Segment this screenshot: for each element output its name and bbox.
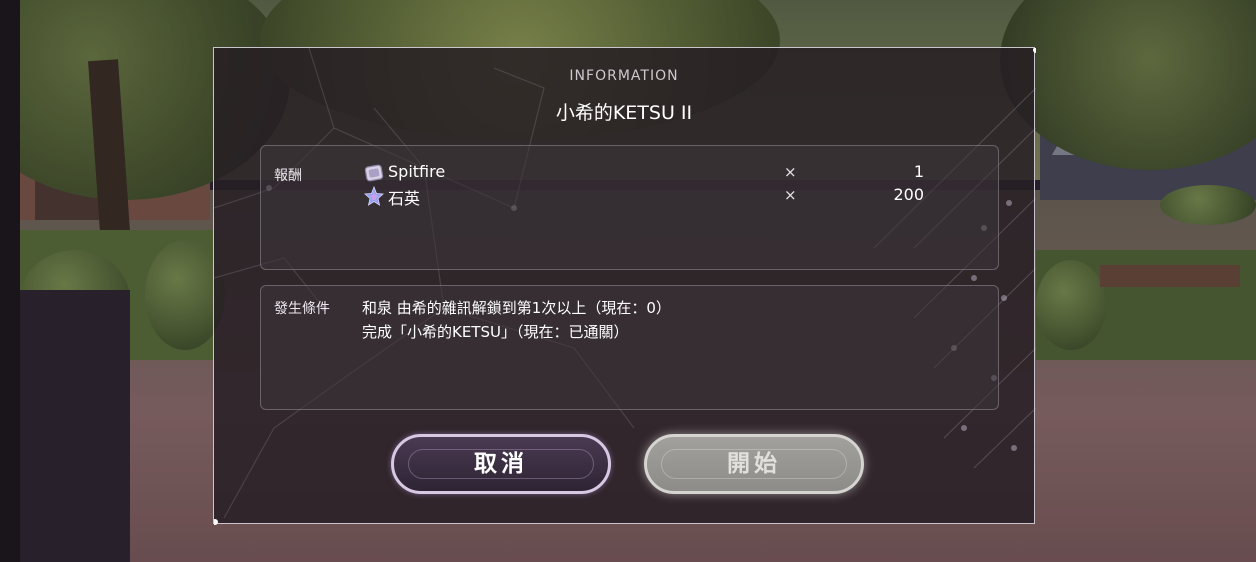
rewards-panel: 報酬 Spitfire × 1 石英 × 200 xyxy=(260,145,999,270)
condition-line: 和泉 由希的雜訊解鎖到第1次以上（現在：0） xyxy=(362,299,671,317)
multiply-sign: × xyxy=(784,186,797,204)
rewards-label: 報酬 xyxy=(274,168,302,184)
information-label: INFORMATION xyxy=(569,68,679,84)
reward-quantity: 200 xyxy=(893,185,924,204)
reward-name: 石英 xyxy=(388,189,421,208)
reward-name: Spitfire xyxy=(388,162,446,181)
condition-line: 完成「小希的KETSU」（現在：已通關） xyxy=(362,323,629,341)
information-dialog: INFORMATION 小希的KETSU II 報酬 Spitfire × 1 … xyxy=(213,47,1036,525)
conditions-label: 發生條件 xyxy=(274,301,330,317)
reward-quantity: 1 xyxy=(913,162,924,181)
multiply-sign: × xyxy=(784,163,797,181)
spitfire-item-icon xyxy=(364,164,384,182)
reward-row: 石英 × 200 xyxy=(364,185,924,208)
cancel-button-label: 取消 xyxy=(474,451,528,477)
start-button[interactable]: 開始 xyxy=(644,434,864,494)
dialog-header: INFORMATION 小希的KETSU II xyxy=(214,68,1034,125)
start-button-label: 開始 xyxy=(727,451,781,477)
reward-row: Spitfire × 1 xyxy=(364,162,924,184)
cancel-button[interactable]: 取消 xyxy=(391,434,611,494)
conditions-panel: 發生條件 和泉 由希的雜訊解鎖到第1次以上（現在：0） 完成「小希的KETSU」… xyxy=(260,285,999,410)
quest-title: 小希的KETSU II xyxy=(555,102,693,124)
quartz-crystal-icon xyxy=(364,186,384,206)
